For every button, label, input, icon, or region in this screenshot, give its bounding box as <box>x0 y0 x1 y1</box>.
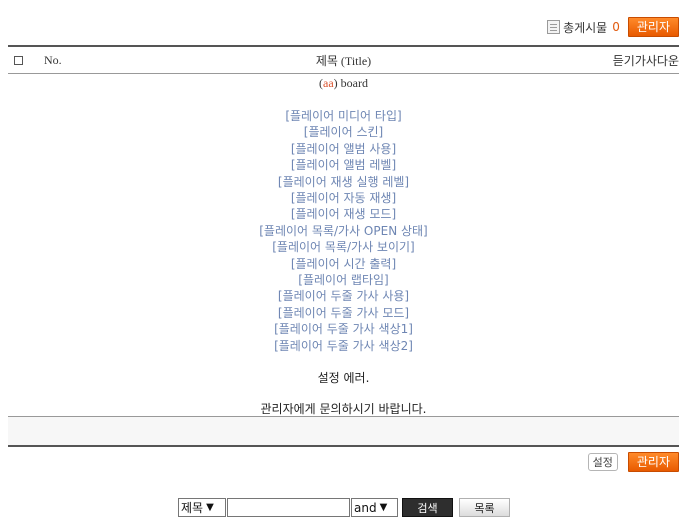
document-icon <box>547 20 561 34</box>
admin-button-bottom[interactable]: 관리자 <box>627 452 679 472</box>
post-count: 총게시물 0 <box>547 19 620 36</box>
setting-link[interactable]: [플레이어 스킨] <box>8 124 679 140</box>
setting-link[interactable]: [플레이어 재생 모드] <box>8 206 679 222</box>
setting-link[interactable]: [플레이어 두줄 가사 색상2] <box>8 338 679 354</box>
post-count-label: 총게시물 <box>563 20 608 35</box>
setting-link[interactable]: [플레이어 목록/가사 보이기] <box>8 239 679 255</box>
settings-list: [플레이어 미디어 타입] [플레이어 스킨] [플레이어 앨범 사용] [플레… <box>8 108 679 354</box>
bottom-actions: 설정 관리자 <box>587 452 679 472</box>
column-listen-lyrics-download: 듣기가사다운 <box>612 53 679 68</box>
setting-link[interactable]: [플레이어 미디어 타입] <box>8 108 679 124</box>
setting-link[interactable]: [플레이어 두줄 가사 모드] <box>8 305 679 321</box>
setting-link[interactable]: [플레이어 재생 실행 레벨] <box>8 174 679 190</box>
setting-link[interactable]: [플레이어 목록/가사 OPEN 상태] <box>8 223 679 239</box>
setting-link[interactable]: [플레이어 두줄 가사 색상1] <box>8 321 679 337</box>
list-button[interactable]: 목록 <box>459 498 510 517</box>
search-operator-select[interactable]: and ▼ <box>351 498 398 517</box>
search-operator-value: and <box>354 500 377 515</box>
table-footer-bar <box>8 416 679 447</box>
column-title: 제목 (Title) <box>315 53 372 68</box>
table-header: No. 제목 (Title) 듣기가사다운 <box>8 47 679 74</box>
setting-link[interactable]: [플레이어 앨범 레벨] <box>8 157 679 173</box>
search-input[interactable] <box>227 498 350 517</box>
settings-button[interactable]: 설정 <box>587 453 618 471</box>
chevron-down-icon: ▼ <box>379 502 388 513</box>
chevron-down-icon: ▼ <box>206 502 214 513</box>
search-bar: 제목 ▼ and ▼ 검색 목록 <box>178 498 510 517</box>
error-contact-message: 관리자에게 문의하시기 바랍니다. <box>260 402 427 417</box>
error-message: 설정 에러. <box>317 371 370 386</box>
setting-link[interactable]: [플레이어 시간 출력] <box>8 256 679 272</box>
setting-link[interactable]: [플레이어 랩타임] <box>8 272 679 288</box>
board-id: aa <box>323 76 334 90</box>
post-count-value: 0 <box>612 20 620 34</box>
search-field-select[interactable]: 제목 ▼ <box>178 498 226 517</box>
setting-link[interactable]: [플레이어 두줄 가사 사용] <box>8 288 679 304</box>
board-name: (aa) board <box>319 76 368 90</box>
setting-link[interactable]: [플레이어 자동 재생] <box>8 190 679 206</box>
board-content: (aa) board [플레이어 미디어 타입] [플레이어 스킨] [플레이어… <box>8 76 679 417</box>
setting-link[interactable]: [플레이어 앨범 사용] <box>8 141 679 157</box>
admin-button[interactable]: 관리자 <box>627 17 679 37</box>
search-field-value: 제목 <box>181 501 204 515</box>
search-button[interactable]: 검색 <box>402 498 453 517</box>
top-toolbar: 총게시물 0 관리자 <box>547 16 679 38</box>
